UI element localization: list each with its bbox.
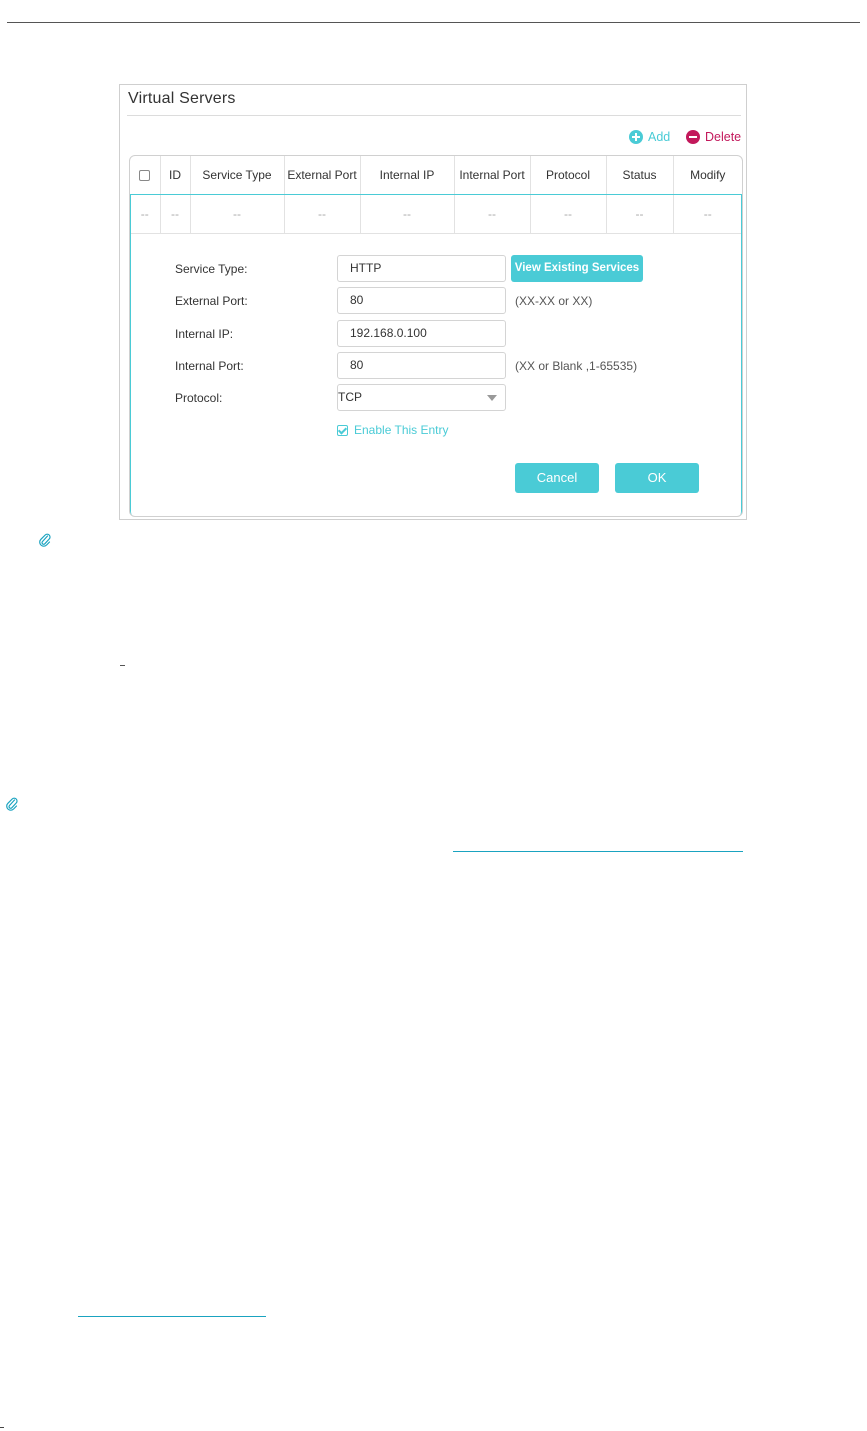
edit-row-left-border bbox=[130, 194, 131, 234]
link-underline[interactable] bbox=[78, 1316, 266, 1317]
protocol-label: Protocol: bbox=[175, 391, 223, 405]
external-port-hint: (XX-XX or XX) bbox=[515, 294, 593, 308]
enable-entry-checkbox[interactable]: Enable This Entry bbox=[337, 423, 449, 437]
col-modify: Modify bbox=[673, 156, 742, 195]
protocol-value: TCP bbox=[338, 390, 362, 404]
col-service-type: Service Type bbox=[190, 156, 285, 195]
delete-label: Delete bbox=[705, 130, 742, 144]
page-corner-mark bbox=[0, 1427, 4, 1428]
row-cell-select: -- bbox=[130, 194, 161, 234]
internal-ip-label: Internal IP: bbox=[175, 327, 234, 341]
col-protocol: Protocol bbox=[530, 156, 607, 195]
panel-title: Virtual Servers bbox=[128, 90, 236, 107]
page-top-rule bbox=[7, 22, 860, 23]
internal-ip-input[interactable]: 192.168.0.100 bbox=[337, 320, 506, 347]
minus-circle-icon bbox=[686, 130, 700, 144]
internal-port-input[interactable]: 80 bbox=[337, 352, 506, 379]
virtual-servers-table: ID Service Type External Port Internal I… bbox=[129, 155, 743, 517]
edit-row-right-border bbox=[741, 194, 742, 234]
ok-button[interactable]: OK bbox=[615, 463, 699, 493]
row-cell-external-port: -- bbox=[284, 194, 361, 234]
edit-entry-form: Service Type: HTTP View Existing Service… bbox=[130, 234, 742, 516]
row-cell-status: -- bbox=[606, 194, 674, 234]
paperclip-icon bbox=[6, 797, 18, 811]
row-cell-modify: -- bbox=[673, 194, 742, 234]
col-id: ID bbox=[160, 156, 191, 195]
service-type-input[interactable]: HTTP bbox=[337, 255, 506, 282]
row-cell-id: -- bbox=[160, 194, 191, 234]
select-all-cell[interactable] bbox=[130, 156, 161, 195]
cancel-button[interactable]: Cancel bbox=[515, 463, 599, 493]
external-port-input[interactable]: 80 bbox=[337, 287, 506, 314]
link-underline[interactable] bbox=[453, 851, 743, 852]
row-cell-protocol: -- bbox=[530, 194, 607, 234]
view-existing-services-button[interactable]: View Existing Services bbox=[511, 255, 643, 282]
virtual-servers-panel: Virtual Servers Add Delete ID Service Ty… bbox=[119, 84, 747, 520]
edit-row-top-border bbox=[130, 194, 742, 195]
caret-down-icon bbox=[487, 395, 497, 401]
row-cell-internal-ip: -- bbox=[360, 194, 455, 234]
row-cell-service-type: -- bbox=[190, 194, 285, 234]
checkbox-checked-icon bbox=[337, 424, 348, 436]
internal-port-hint: (XX or Blank ,1-65535) bbox=[515, 359, 638, 373]
delete-button[interactable]: Delete bbox=[686, 130, 741, 144]
add-button[interactable]: Add bbox=[629, 130, 670, 144]
enable-entry-label: Enable This Entry bbox=[354, 423, 449, 437]
external-port-label: External Port: bbox=[175, 294, 248, 308]
plus-circle-icon bbox=[629, 130, 643, 144]
table-header-row: ID Service Type External Port Internal I… bbox=[130, 156, 742, 195]
col-internal-port: Internal Port bbox=[454, 156, 531, 195]
text-fragment-mark bbox=[120, 665, 125, 666]
paperclip-icon bbox=[39, 533, 51, 547]
row-cell-internal-port: -- bbox=[454, 194, 531, 234]
col-internal-ip: Internal IP bbox=[360, 156, 455, 195]
col-external-port: External Port bbox=[284, 156, 361, 195]
add-label: Add bbox=[648, 130, 671, 144]
select-all-checkbox[interactable] bbox=[139, 170, 151, 182]
table-row: -- -- -- -- -- -- -- -- -- bbox=[130, 194, 742, 234]
table-grid: ID Service Type External Port Internal I… bbox=[130, 156, 742, 234]
internal-port-label: Internal Port: bbox=[175, 359, 244, 373]
col-status: Status bbox=[606, 156, 674, 195]
panel-divider bbox=[127, 115, 741, 116]
protocol-select[interactable]: TCP bbox=[337, 384, 506, 411]
service-type-label: Service Type: bbox=[175, 262, 248, 276]
